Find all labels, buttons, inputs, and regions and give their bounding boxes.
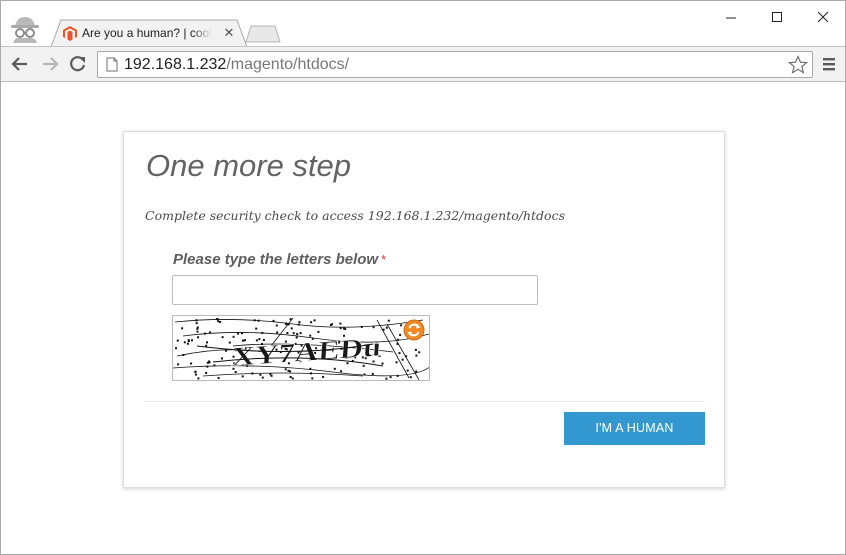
title-bar: Are you a human? | cool s ✕ [1,1,845,47]
refresh-captcha-icon[interactable] [403,319,425,341]
tab-title: Are you a human? | cool s [82,26,212,40]
reload-icon[interactable] [67,54,89,74]
browser-tab[interactable]: Are you a human? | cool s ✕ [51,19,247,47]
captcha-text: XY7AEDu [231,331,383,372]
minimize-button[interactable] [708,1,754,31]
page-subtitle: Complete security check to access 192.16… [145,208,565,223]
magento-logo-icon [63,26,77,41]
required-marker: * [381,252,387,267]
incognito-icon [7,13,43,43]
forward-arrow-icon[interactable] [39,54,61,74]
maximize-button[interactable] [754,1,800,31]
security-check-card: One more step Complete security check to… [123,131,725,488]
url-text: 192.168.1.232/magento/htdocs/ [124,56,349,74]
captcha-field-label: Please type the letters below * [173,251,386,268]
hamburger-menu-icon[interactable] [821,55,837,73]
star-icon[interactable] [788,55,808,75]
close-icon [817,11,829,23]
page-icon [106,57,118,72]
address-bar[interactable]: 192.168.1.232/magento/htdocs/ [97,51,813,78]
page-title: One more step [146,148,352,183]
back-arrow-icon[interactable] [9,54,31,74]
captcha-input[interactable] [172,275,538,305]
url-path: /magento/htdocs/ [226,56,350,73]
tab-close-icon[interactable]: ✕ [221,25,237,41]
captcha-image: XY7AEDu [172,315,430,381]
im-a-human-button[interactable]: I'M A HUMAN [564,412,705,445]
minimize-icon [726,17,736,19]
browser-window: Are you a human? | cool s ✕ 192.168.1.23… [0,0,846,555]
maximize-icon [772,12,782,22]
captcha-label-text: Please type the letters below [173,251,379,268]
browser-toolbar: 192.168.1.232/magento/htdocs/ [1,46,845,82]
divider [144,401,705,402]
new-tab-button[interactable] [245,25,281,43]
url-host: 192.168.1.232 [124,56,227,73]
close-window-button[interactable] [800,1,846,31]
